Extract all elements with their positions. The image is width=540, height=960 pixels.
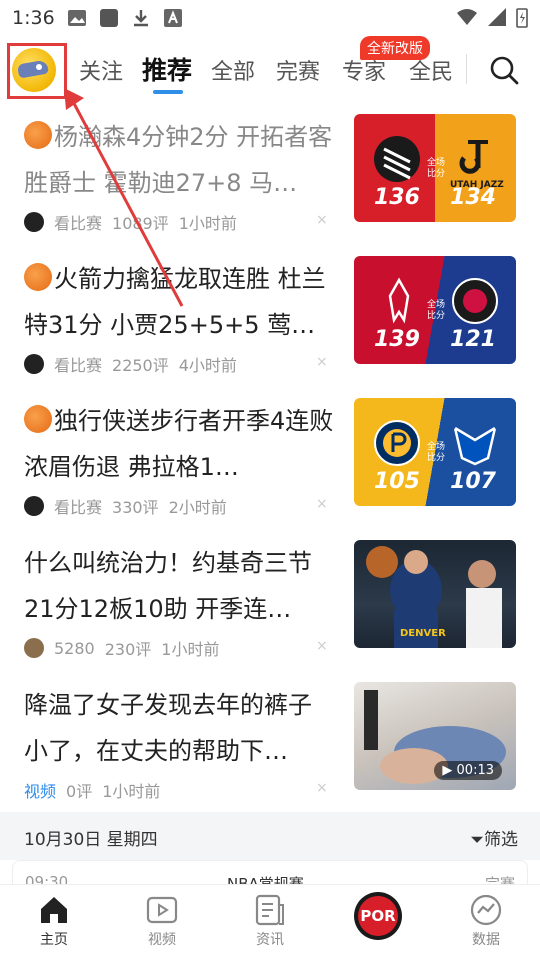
search-icon[interactable] [486, 52, 522, 88]
news-source: 5280 [54, 638, 95, 658]
news-icon [255, 894, 284, 926]
news-thumbnail[interactable]: 全场比分 UTAH JAZZ 136 134 [354, 114, 516, 222]
annotation-highlight-box [7, 43, 67, 99]
score-right: 107 [450, 469, 496, 494]
nav-data[interactable]: 数据 [451, 893, 521, 949]
new-version-badge: 全新改版 [360, 36, 430, 60]
top-nav: 关注 推荐 全部 完赛 专家 全民 全新改版 [0, 36, 540, 100]
nav-home[interactable]: 主页 [19, 893, 89, 949]
dismiss-icon[interactable]: × [316, 780, 328, 796]
download-icon [133, 10, 148, 27]
source-logo [24, 496, 44, 516]
jazz-logo [459, 140, 488, 174]
news-meta: 看比赛 1089评 1小时前 [24, 210, 237, 234]
nav-team[interactable]: POR [343, 892, 413, 941]
news-meta: 看比赛 2250评 4小时前 [24, 352, 237, 376]
status-bar: 1:36 [0, 0, 540, 36]
score-right: 134 [450, 185, 496, 210]
mavericks-logo [453, 425, 497, 466]
image-icon [67, 10, 86, 26]
news-time: 1小时前 [102, 782, 161, 801]
news-item[interactable]: 独行侠送步行者开季4连败 浓眉伤退 弗拉格1… 看比赛 330评 2小时前 × … [0, 398, 540, 540]
schedule-date-bar: 10月30日 星期四 ⏷筛选 [0, 812, 540, 860]
news-title[interactable]: 杨瀚森4分钟2分 开拓者客胜爵士 霍勒迪27+8 马… [24, 114, 334, 206]
tab-all[interactable]: 全部 [211, 54, 255, 86]
font-a-icon [163, 9, 182, 27]
dismiss-icon[interactable]: × [316, 212, 328, 228]
news-time: 1小时前 [161, 640, 220, 659]
news-thumbnail[interactable]: 全场比分 139 121 [354, 256, 516, 364]
jersey-text: DENVER [400, 628, 446, 639]
play-icon: ▶ [442, 763, 457, 778]
news-comments: 0评 [66, 782, 93, 801]
basketball-icon [24, 405, 52, 433]
video-duration: ▶ 00:13 [434, 761, 502, 780]
news-source[interactable]: 视频 [24, 778, 56, 802]
news-comments: 1089评 [112, 214, 169, 233]
wifi-icon [457, 9, 477, 25]
basketball-icon [24, 121, 52, 149]
status-time: 1:36 [12, 7, 55, 29]
nav-video[interactable]: 视频 [127, 893, 197, 949]
news-meta: 看比赛 330评 2小时前 [24, 494, 227, 518]
news-comments: 330评 [112, 498, 159, 517]
news-thumbnail[interactable]: DENVER [354, 540, 516, 648]
tab-finished[interactable]: 完赛 [276, 54, 320, 86]
score-left: 105 [374, 469, 420, 494]
news-comments: 2250评 [112, 356, 169, 375]
news-time: 1小时前 [178, 214, 237, 233]
news-item[interactable]: 什么叫统治力！约基奇三节21分12板10助 开季连… 5280 230评 1小时… [0, 540, 540, 682]
home-icon [41, 897, 67, 923]
news-meta: 视频 0评 1小时前 [24, 778, 160, 802]
dismiss-icon[interactable]: × [316, 354, 328, 370]
news-item[interactable]: 杨瀚森4分钟2分 开拓者客胜爵士 霍勒迪27+8 马… 看比赛 1089评 1小… [0, 114, 540, 256]
news-title[interactable]: 独行侠送步行者开季4连败 浓眉伤退 弗拉格1… [24, 398, 334, 490]
news-time: 4小时前 [178, 356, 237, 375]
tab-recommend[interactable]: 推荐 [142, 51, 192, 87]
source-logo [24, 638, 44, 658]
battery-icon [516, 8, 528, 28]
news-source: 看比赛 [54, 498, 103, 517]
nav-divider [466, 54, 467, 84]
news-source: 看比赛 [54, 356, 103, 375]
score-mid-label: 全场比分 [426, 442, 445, 463]
bottom-nav: 主页 视频 资讯 POR 数据 [0, 884, 540, 960]
rockets-logo [388, 277, 410, 324]
tab-follow[interactable]: 关注 [79, 54, 123, 86]
filter-button[interactable]: ⏷筛选 [470, 825, 518, 850]
signal-icon [488, 8, 506, 26]
news-time: 2小时前 [168, 498, 227, 517]
news-title[interactable]: 什么叫统治力！约基奇三节21分12板10助 开季连… [24, 540, 334, 632]
raptors-logo [452, 278, 498, 324]
news-source: 看比赛 [54, 214, 103, 233]
nav-news[interactable]: 资讯 [235, 893, 305, 949]
basketball-icon [24, 263, 52, 291]
news-thumbnail[interactable]: 全场比分 105 107 [354, 398, 516, 506]
score-mid-label: 全场比分 [426, 158, 445, 179]
score-mid-label: 全场比分 [426, 300, 445, 321]
news-title[interactable]: 降温了女子发现去年的裤子小了，在丈夫的帮助下… [24, 682, 334, 774]
score-left: 139 [374, 327, 420, 352]
dismiss-icon[interactable]: × [316, 638, 328, 654]
score-right: 121 [450, 327, 496, 352]
news-title[interactable]: 火箭力擒猛龙取连胜 杜兰特31分 小贾25+5+5 莺… [24, 256, 334, 348]
data-chart-icon [470, 894, 502, 926]
team-logo-text: POR [360, 907, 396, 925]
news-comments: 230评 [104, 640, 152, 659]
source-logo [24, 212, 44, 232]
news-item[interactable]: 降温了女子发现去年的裤子小了，在丈夫的帮助下… 视频 0评 1小时前 × ▶ 0… [0, 682, 540, 824]
pacers-logo [374, 420, 420, 466]
schedule-date: 10月30日 星期四 [24, 830, 158, 850]
app-icon [99, 9, 118, 27]
source-logo [24, 354, 44, 374]
dismiss-icon[interactable]: × [316, 496, 328, 512]
score-left: 136 [374, 185, 420, 210]
active-tab-indicator [153, 90, 183, 94]
news-item[interactable]: 火箭力擒猛龙取连胜 杜兰特31分 小贾25+5+5 莺… 看比赛 2250评 4… [0, 256, 540, 398]
news-meta: 5280 230评 1小时前 [24, 636, 219, 660]
blazers-logo [374, 136, 420, 182]
video-thumbnail[interactable]: ▶ 00:13 [354, 682, 516, 790]
filter-icon: ⏷ [470, 830, 484, 850]
video-icon [146, 896, 178, 924]
